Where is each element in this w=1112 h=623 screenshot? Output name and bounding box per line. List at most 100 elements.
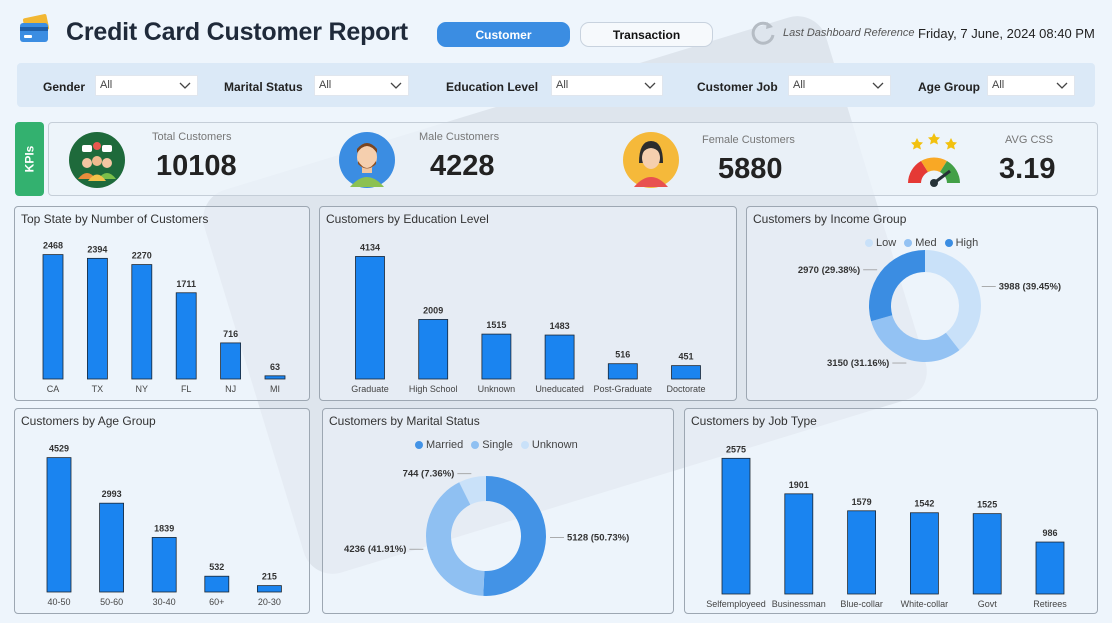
marital-data-label-1: 4236 (41.91%) [344, 544, 406, 555]
age-group-filter-label: Age Group [918, 80, 980, 94]
state-tick-label-0: CA [47, 384, 60, 394]
marital-slice-0[interactable] [483, 476, 546, 596]
refresh-icon[interactable] [749, 19, 777, 45]
age-tick-label-4: 20-30 [258, 597, 281, 607]
state-chart-panel: Top State by Number of Customers 2468 CA 2… [14, 206, 310, 401]
age-bar-chart: 4529 40-50 2993 50-60 1839 30-40 532 60+ 215 20-3… [46, 444, 282, 607]
education-bar-0[interactable] [355, 256, 385, 380]
income-data-label-1: 3150 (31.16%) [827, 358, 889, 369]
education-bar-5[interactable] [671, 365, 701, 380]
job-chart-panel: Customers by Job Type 2575 Selfemployeed 1… [684, 408, 1098, 614]
income-slice-0[interactable] [925, 250, 981, 351]
job-data-label-5: 986 [1042, 528, 1057, 538]
state-data-label-3: 1711 [176, 279, 196, 289]
reference-datetime: Friday, 7 June, 2024 08:40 PM [918, 26, 1095, 41]
education-data-label-2: 1515 [486, 320, 506, 330]
job-bar-chart: 2575 Selfemployeed 1901 Businessman 1579 Blue… [706, 444, 1067, 609]
job-tick-label-0: Selfemployeed [706, 599, 766, 609]
state-bar-5[interactable] [264, 375, 286, 380]
state-data-label-2: 2270 [132, 251, 152, 261]
job-data-label-2: 1579 [852, 497, 872, 507]
state-bar-4[interactable] [220, 342, 242, 380]
education-bar-4[interactable] [607, 363, 638, 380]
age-bar-1[interactable] [99, 502, 124, 593]
age-data-label-4: 215 [262, 572, 277, 582]
customer-job-filter-dropdown[interactable]: All [788, 75, 891, 96]
marital-status-filter-value: All [319, 79, 332, 91]
satisfaction-gauge-icon [908, 133, 960, 187]
education-bar-1[interactable] [418, 319, 449, 380]
state-tick-label-2: NY [136, 384, 149, 394]
education-level-filter-dropdown[interactable]: All [551, 75, 663, 96]
job-data-label-3: 1542 [914, 499, 934, 509]
marital-donut-chart: 5128 (50.73%) 4236 (41.91%) 744 (7.36%) [344, 469, 629, 596]
job-bar-3[interactable] [909, 512, 939, 595]
male-customers-value: 4228 [430, 150, 495, 182]
age-data-label-3: 532 [209, 562, 224, 572]
age-tick-label-3: 60+ [209, 597, 224, 607]
education-tick-label-3: Uneducated [535, 384, 584, 394]
education-chart-panel: Customers by Education Level 4134 Graduat… [319, 206, 737, 401]
customer-job-filter-label: Customer Job [697, 80, 778, 94]
age-tick-label-0: 40-50 [47, 597, 70, 607]
state-bar-1[interactable] [87, 257, 108, 380]
customer-page-button[interactable]: Customer [437, 22, 570, 47]
job-bar-5[interactable] [1035, 541, 1065, 595]
job-bar-0[interactable] [721, 457, 751, 595]
education-level-filter-label: Education Level [446, 80, 539, 94]
education-data-label-5: 451 [678, 352, 693, 362]
job-tick-label-5: Retirees [1033, 599, 1067, 609]
education-data-label-4: 516 [615, 350, 630, 360]
age-chart-panel: Customers by Age Group 4529 40-50 2993 50-6… [14, 408, 310, 614]
income-data-label-2: 2970 (29.38%) [798, 265, 860, 276]
marital-status-filter-dropdown[interactable]: All [314, 75, 409, 96]
marital-status-filter-label: Marital Status [224, 80, 303, 94]
age-data-label-0: 4529 [49, 444, 69, 454]
state-data-label-4: 716 [223, 329, 238, 339]
income-slice-1[interactable] [871, 315, 960, 362]
job-tick-label-4: Govt [978, 599, 998, 609]
last-reference-label: Last Dashboard Reference [783, 27, 915, 39]
avg-css-value: 3.19 [999, 153, 1056, 185]
education-bar-chart: 4134 Graduate 2009 High School 1515 Unknown 14… [351, 242, 705, 394]
state-bar-chart: 2468 CA 2394 TX 2270 NY 1711 FL 716 NJ 63 MI [42, 241, 286, 394]
transaction-page-button[interactable]: Transaction [580, 22, 713, 47]
age-tick-label-1: 50-60 [100, 597, 123, 607]
education-tick-label-2: Unknown [478, 384, 516, 394]
education-data-label-0: 4134 [360, 242, 380, 252]
job-bar-1[interactable] [784, 493, 814, 595]
customers-group-icon [69, 132, 125, 188]
age-bar-3[interactable] [204, 575, 230, 593]
job-data-label-4: 1525 [977, 500, 997, 510]
age-bar-2[interactable] [151, 537, 177, 593]
education-tick-label-5: Doctorate [666, 384, 705, 394]
age-bar-4[interactable] [256, 585, 282, 593]
age-group-filter-dropdown[interactable]: All [987, 75, 1075, 96]
age-data-label-2: 1839 [154, 523, 174, 533]
job-bar-4[interactable] [972, 513, 1002, 595]
education-bar-2[interactable] [481, 333, 512, 380]
customer-job-filter-value: All [793, 79, 806, 91]
job-bar-2[interactable] [847, 510, 877, 595]
state-tick-label-4: NJ [225, 384, 236, 394]
age-tick-label-2: 30-40 [153, 597, 176, 607]
education-data-label-3: 1483 [550, 321, 570, 331]
income-data-label-0: 3988 (39.45%) [999, 281, 1061, 292]
state-bar-0[interactable] [42, 254, 64, 380]
total-customers-value: 10108 [156, 150, 237, 182]
income-donut-chart: 3988 (39.45%) 3150 (31.16%) 2970 (29.38%) [798, 250, 1061, 369]
income-slice-2[interactable] [869, 250, 925, 322]
male-customers-label: Male Customers [419, 131, 500, 143]
age-bar-0[interactable] [46, 457, 72, 593]
kpis-tag: KPIs [15, 122, 44, 196]
marital-data-label-0: 5128 (50.73%) [567, 532, 629, 543]
state-tick-label-5: MI [270, 384, 280, 394]
marital-data-label-2: 744 (7.36%) [403, 469, 455, 480]
gender-filter-dropdown[interactable]: All [95, 75, 198, 96]
education-bar-3[interactable] [544, 334, 575, 380]
job-data-label-1: 1901 [789, 480, 809, 490]
gender-filter-value: All [100, 79, 113, 91]
credit-card-logo-icon [20, 14, 50, 42]
state-bar-2[interactable] [131, 264, 153, 380]
state-bar-3[interactable] [175, 292, 197, 380]
